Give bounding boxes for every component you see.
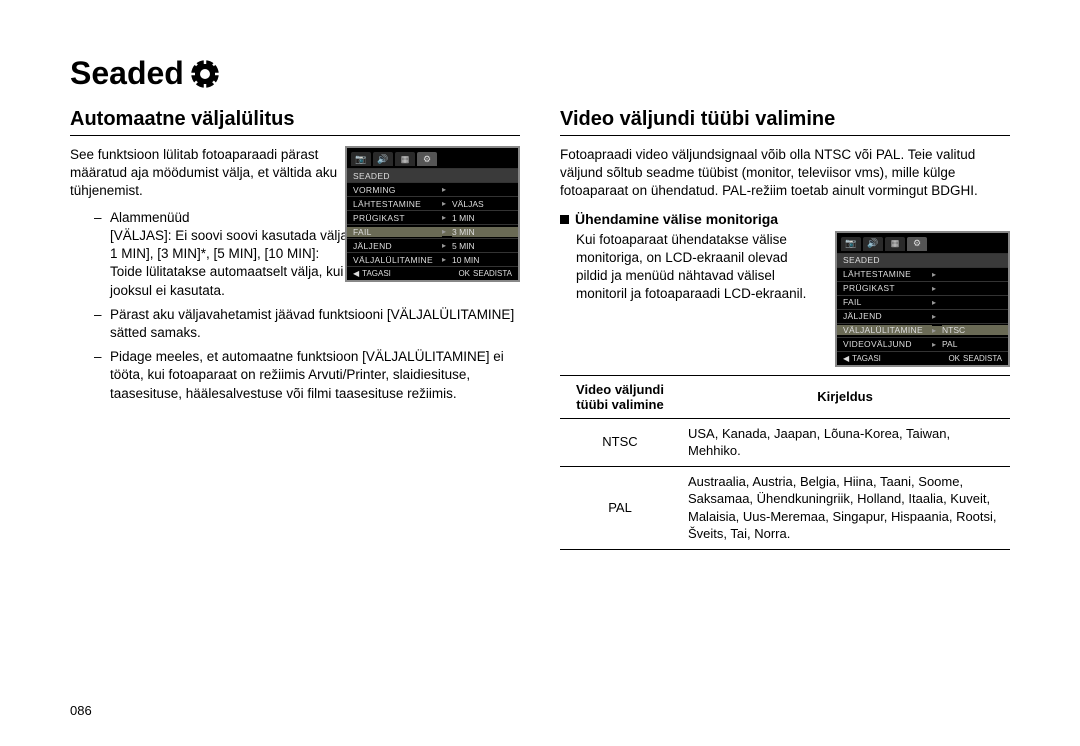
sound-tab-icon: 🔊 [373,152,393,166]
right-heading: Video väljundi tüübi valimine [560,108,1010,136]
table-row: PAL Austraalia, Austria, Belgia, Hiina, … [560,466,1010,549]
camera-tab-icon: 📷 [351,152,371,166]
back-hint: ◀ TAGASI [843,354,881,363]
list-item: – Pärast aku väljavahetamist jäävad funk… [70,306,520,342]
table-header: Video väljundi tüübi valimine [560,375,680,418]
page-number: 086 [70,703,92,718]
left-column: Automaatne väljalülitus See funktsioon l… [70,108,520,550]
gear-icon [190,59,220,89]
ok-hint: OK SEADISTA [948,354,1002,363]
camera-menu-screenshot: 📷 🔊 ▦ ⚙ SEADED VORMING▸ LÄHTESTAMINE▸VÄL… [345,146,520,282]
video-output-table: Video väljundi tüübi valimine Kirjeldus … [560,375,1010,550]
camera-tab-icon: 📷 [841,237,861,251]
list-item: – Pidage meeles, et automaatne funktsioo… [70,348,520,403]
ok-hint: OK SEADISTA [458,269,512,278]
camera-tabs: 📷 🔊 ▦ ⚙ [837,233,1008,253]
video-type: PAL [560,466,680,549]
video-type: NTSC [560,418,680,466]
menu-item: VÄLJALÜLITAMINE [347,255,442,265]
menu-item: JÄLJEND [837,311,932,321]
menu-header: SEADED [837,255,932,265]
menu-item: JÄLJEND [347,241,442,251]
menu-item: LÄHTESTAMINE [837,269,932,279]
camera-tabs: 📷 🔊 ▦ ⚙ [347,148,518,168]
settings-tab-icon: ⚙ [417,152,437,166]
table-row: NTSC USA, Kanada, Jaapan, Lõuna-Korea, T… [560,418,1010,466]
display-tab-icon: ▦ [885,237,905,251]
menu-item: FAIL [837,297,932,307]
menu-item: VÄLJALÜLITAMINE [837,325,932,335]
display-tab-icon: ▦ [395,152,415,166]
back-hint: ◀ TAGASI [353,269,391,278]
menu-header: SEADED [347,171,442,181]
menu-item: PRÜGIKAST [347,213,442,223]
table-header: Kirjeldus [680,375,1010,418]
page-title: Seaded [70,55,1010,92]
video-desc: Austraalia, Austria, Belgia, Hiina, Taan… [680,466,1010,549]
square-bullet-icon [560,215,569,224]
left-intro: See funktsioon lülitab fotoaparaadi pära… [70,146,350,201]
settings-tab-icon: ⚙ [907,237,927,251]
right-column: Video väljundi tüübi valimine Fotoapraad… [560,108,1010,550]
menu-item: LÄHTESTAMINE [347,199,442,209]
page-title-text: Seaded [70,55,184,92]
menu-item: PRÜGIKAST [837,283,932,293]
sound-tab-icon: 🔊 [863,237,883,251]
sub-heading: Ühendamine välise monitoriga [560,211,1010,227]
menu-item: FAIL [347,227,442,237]
video-desc: USA, Kanada, Jaapan, Lõuna-Korea, Taiwan… [680,418,1010,466]
right-intro: Fotoapraadi video väljundsignaal võib ol… [560,146,1010,201]
camera-menu-screenshot: 📷 🔊 ▦ ⚙ SEADED LÄHTESTAMINE▸ PRÜGIKAST▸ … [835,231,1010,367]
menu-item: VIDEOVÄLJUND [837,339,932,349]
menu-item: VORMING [347,185,442,195]
right-sub-text: Kui fotoaparaat ühendatakse välise monit… [560,231,820,304]
left-heading: Automaatne väljalülitus [70,108,520,136]
